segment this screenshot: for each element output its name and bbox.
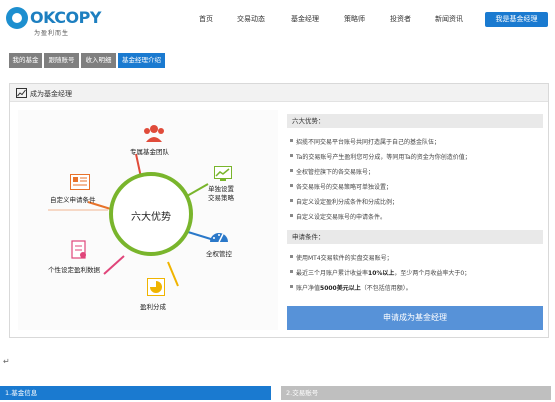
brand-name: OKCOPY [30,8,101,27]
condition-highlight: 5000美元以上 [320,285,361,292]
advantage-item: 自定义设定盈利分成条件和分成比例； [289,199,399,206]
brand-slogan: 为盈利而生 [34,30,70,37]
advantages-diagram: 六大优势 专属基金团队 单独设置 交易策略 全权管控 盈利分成 个性设定盈利数据… [18,110,278,330]
step-fund-info[interactable]: 1.基金信息 [0,386,271,400]
nav-fund-managers[interactable]: 基金经理 [291,14,319,24]
feature-profit-share-label: 盈利分成 [140,303,166,311]
advantage-item: 各交易账号的交易策略可单独设置； [289,184,393,191]
data-icon [71,240,86,259]
i-am-fund-manager-button[interactable]: 我是基金经理 [485,12,548,27]
team-icon [144,125,164,142]
top-bar: OKCOPY 为盈利而生 首页 交易动态 基金经理 策略师 投资者 新闻资讯 我… [0,0,555,40]
advantage-item: Ta的交易账号产生盈利您可分成，等同用Ta的资金为你创造价值； [290,154,471,161]
conditions-heading: 申请条件： [287,230,543,244]
apply-button-label: 申请成为基金经理 [383,313,447,322]
form-icon [70,174,90,190]
six-advantages-label: 六大优势 [131,212,171,223]
strategy-icon [214,166,232,181]
condition-text: ，至少两个月收益率大于0； [394,270,471,277]
advantage-item: 全权管控旗下的各交易账号； [289,169,375,176]
advantage-item: 自定义设定交易账号的申请条件。 [289,214,387,221]
condition-highlight: 10%以上 [368,270,395,277]
condition-item: 使用MT4交易软件的实盘交易账号； [290,255,393,262]
nav-news[interactable]: 新闻资讯 [435,14,463,24]
become-fund-manager-card: 成为基金经理 六大优势 专属基金团队 单独设置 交易策略 全权管控 盈利分成 个… [9,83,549,338]
advantage-item: 招揽不同交易平台账号共同打造属于自己的基金队伍； [289,139,441,146]
condition-item: 账户净值5000美元以上（不包括信用额）。 [290,283,412,292]
nav-trade-news[interactable]: 交易动态 [237,14,265,24]
advantages-text-panel: 六大优势： 招揽不同交易平台账号共同打造属于自己的基金队伍； Ta的交易账号产生… [287,110,543,332]
tab-my-fund[interactable]: 我的基金 [9,53,42,68]
card-header: 成为基金经理 [10,84,548,102]
tab-follow-accounts[interactable]: 跟随账号 [44,53,79,68]
six-advantages-heading: 六大优势： [287,114,543,128]
nav-strategists[interactable]: 策略师 [344,14,365,24]
feature-team-label: 专属基金团队 [130,148,169,156]
feature-strategy-label: 单独设置 交易策略 [208,185,234,203]
apply-fund-manager-button[interactable]: 申请成为基金经理 [287,306,543,330]
feature-custom-apply-label: 自定义申请条件 [50,196,96,204]
condition-text: 账户净值 [296,285,321,292]
card-title: 成为基金经理 [30,90,72,98]
gauge-icon [210,233,228,243]
feature-control-label: 全权管控 [206,250,232,258]
logo[interactable]: OKCOPY 为盈利而生 [6,7,106,37]
nav-investors[interactable]: 投资者 [390,14,411,24]
nav-cta-label: 我是基金经理 [495,15,538,23]
chart-icon [16,88,27,98]
condition-item: 最近三个月账户累计收益率10%以上，至少两个月收益率大于0； [289,268,471,277]
nav-home[interactable]: 首页 [199,14,213,24]
six-advantages-circle: 六大优势 [109,172,193,256]
tab-income-details[interactable]: 收入明细 [81,53,116,68]
return-arrow-icon: ↵ [3,357,10,366]
condition-text: （不包括信用额）。 [360,285,412,292]
feature-strategy-line: 单独设置 交易策略 [208,185,234,202]
tab-fund-manager-intro[interactable]: 基金经理介绍 [118,53,165,68]
condition-text: 最近三个月账户累计收益率 [296,270,369,277]
feature-custom-data-label: 个性设定盈利数据 [48,266,100,274]
step-trading-account[interactable]: 2.交易账号 [281,386,551,400]
profit-share-icon [147,278,165,296]
logo-mark [6,7,28,29]
